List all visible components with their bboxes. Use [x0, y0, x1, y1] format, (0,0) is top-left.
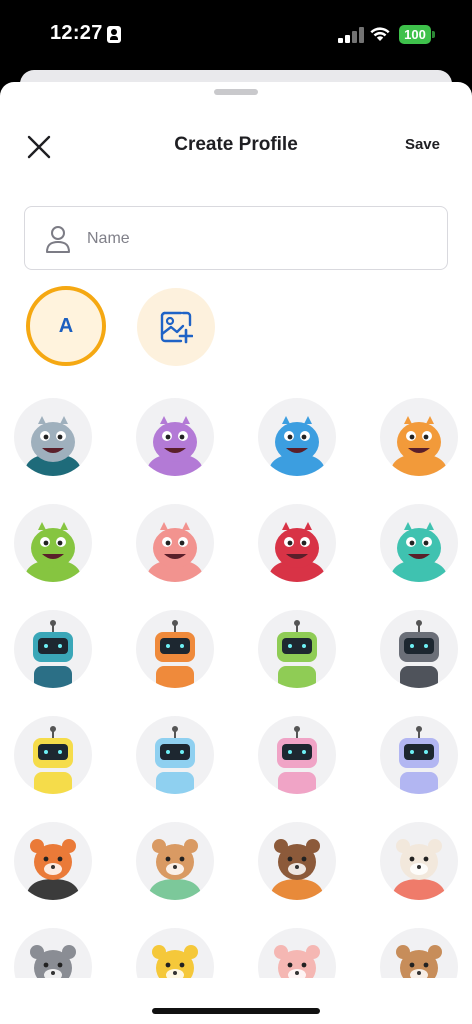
avatar-option-robot-green[interactable]	[258, 610, 336, 688]
avatar-option-robot-teal[interactable]	[14, 610, 92, 688]
avatar-option-animal-duck[interactable]	[136, 928, 214, 978]
add-image-icon	[160, 311, 193, 344]
pink-robot-avatar	[277, 726, 317, 794]
avatar-option-animal-squirrel[interactable]	[14, 822, 92, 900]
purple-monster-avatar	[146, 416, 204, 476]
avatar-option-robot-grey[interactable]	[380, 610, 458, 688]
cellular-signal-icon	[338, 27, 364, 43]
name-input[interactable]	[87, 221, 427, 257]
avatar-option-monster-blue[interactable]	[258, 398, 336, 476]
avatar-option-monster-purple[interactable]	[136, 398, 214, 476]
avatar-grid	[0, 398, 472, 978]
avatar-option-robot-lavender[interactable]	[380, 716, 458, 794]
orange-robot-avatar	[155, 620, 195, 688]
avatar-option-monster-pink[interactable]	[136, 504, 214, 582]
avatar-option-animal-sheep[interactable]	[380, 822, 458, 900]
create-profile-sheet: Create Profile Save A	[0, 82, 472, 1024]
letter-avatar-option[interactable]: A	[26, 286, 106, 366]
avatar-option-animal-bear[interactable]	[380, 928, 458, 978]
blue-monster-avatar	[268, 416, 326, 476]
avatar-option-monster-grey[interactable]	[14, 398, 92, 476]
person-icon	[46, 226, 70, 253]
avatar-option-robot-lightblue[interactable]	[136, 716, 214, 794]
pink-monster-avatar	[146, 522, 204, 582]
avatar-option-monster-teal[interactable]	[380, 504, 458, 582]
name-field[interactable]	[24, 206, 448, 270]
page-title: Create Profile	[174, 134, 298, 155]
avatar-option-monster-red[interactable]	[258, 504, 336, 582]
status-bar: 12:27 100	[0, 0, 472, 68]
avatar-option-animal-dog[interactable]	[258, 822, 336, 900]
battery-tip	[432, 31, 435, 38]
letter-avatar-initial: A	[58, 315, 74, 337]
avatar-option-robot-orange[interactable]	[136, 610, 214, 688]
pig-avatar	[274, 945, 320, 978]
teal-monster-avatar	[390, 522, 448, 582]
avatar-option-animal-raccoon[interactable]	[14, 928, 92, 978]
cat-avatar	[148, 839, 202, 900]
orange-monster-avatar	[390, 416, 448, 476]
green-monster-avatar	[24, 522, 82, 582]
avatar-option-monster-orange[interactable]	[380, 398, 458, 476]
grey-monster-avatar	[24, 416, 82, 476]
avatar-option-animal-pig[interactable]	[258, 928, 336, 978]
squirrel-avatar	[26, 839, 80, 900]
avatar-option-monster-green[interactable]	[14, 504, 92, 582]
light-blue-robot-avatar	[155, 726, 195, 794]
save-button[interactable]: Save	[405, 136, 440, 153]
grey-robot-avatar	[399, 620, 439, 688]
bear-avatar	[396, 945, 442, 978]
status-time: 12:27	[50, 22, 103, 44]
red-monster-avatar	[268, 522, 326, 582]
sheet-grabber[interactable]	[214, 89, 258, 95]
avatar-option-robot-yellow[interactable]	[14, 716, 92, 794]
yellow-robot-avatar	[33, 726, 73, 794]
duck-avatar	[152, 945, 198, 978]
avatar-option-robot-pink[interactable]	[258, 716, 336, 794]
upload-photo-button[interactable]	[137, 288, 215, 366]
green-robot-avatar	[277, 620, 317, 688]
home-indicator	[152, 1008, 320, 1014]
battery-indicator: 100	[399, 25, 431, 44]
teal-robot-avatar	[33, 620, 73, 688]
id-card-icon	[107, 26, 121, 43]
avatar-option-animal-cat[interactable]	[136, 822, 214, 900]
sheep-avatar	[392, 839, 446, 900]
dog-avatar	[270, 839, 324, 900]
raccoon-avatar	[30, 945, 76, 978]
wifi-icon	[370, 27, 390, 41]
lavender-robot-avatar	[399, 726, 439, 794]
